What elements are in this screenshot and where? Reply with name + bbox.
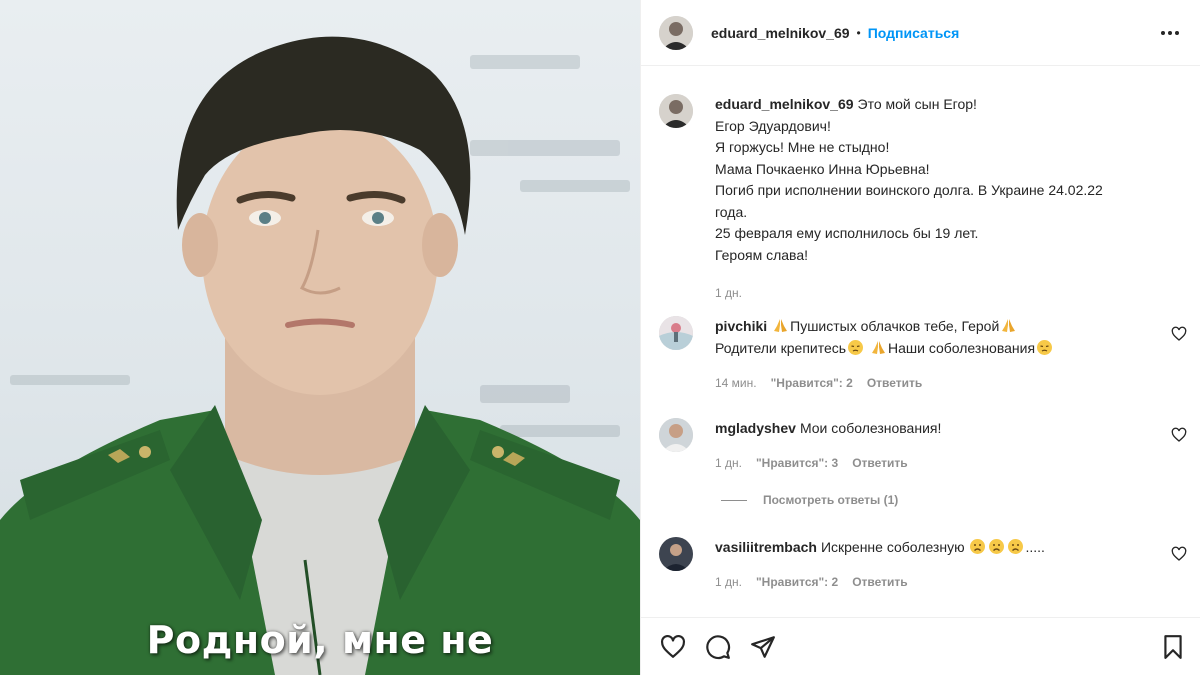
- comment-timestamp[interactable]: 1 дн.: [715, 575, 742, 589]
- post-side-panel: eduard_melnikov_69 • Подписаться eduard_…: [640, 0, 1200, 675]
- follow-button[interactable]: Подписаться: [868, 25, 960, 41]
- commenter-avatar[interactable]: [659, 418, 693, 452]
- commenter-username[interactable]: pivchiki: [715, 318, 767, 334]
- comment-like-heart-icon[interactable]: [1171, 326, 1187, 342]
- portrait-image: [0, 36, 640, 675]
- caption-line: Погиб при исполнении воинского долга. В …: [715, 182, 1103, 198]
- commenter-avatar[interactable]: [659, 316, 693, 350]
- praying-hands-icon: [870, 339, 887, 356]
- praying-hands-icon: [1000, 317, 1017, 334]
- comment-text-tail: .....: [1025, 539, 1045, 555]
- pensive-face-icon: [847, 339, 864, 356]
- post-caption: eduard_melnikov_69 Это мой сын Егор! Егор…: [659, 94, 1179, 305]
- sad-face-icon: [1007, 538, 1024, 555]
- caption-line: Это мой сын Егор!: [857, 96, 977, 112]
- caption-avatar[interactable]: [659, 94, 693, 128]
- caption-line: Егор Эдуардович!: [715, 117, 831, 134]
- post-header: eduard_melnikov_69 • Подписаться: [641, 0, 1200, 66]
- caption-line: Я горжусь! Мне не стыдно!: [715, 139, 890, 155]
- caption-line: Мама Почкаенко Инна Юрьевна!: [715, 160, 930, 177]
- share-icon[interactable]: [750, 634, 776, 660]
- more-icon[interactable]: [1159, 22, 1181, 44]
- view-replies-label: Посмотреть ответы (1): [763, 493, 899, 507]
- action-bar: [641, 617, 1200, 675]
- header-separator: •: [856, 25, 861, 40]
- comment-item: pivchiki Пушистых облачков тебе, Герой Ро…: [659, 316, 1200, 395]
- replies-divider: [721, 499, 747, 501]
- heart-icon[interactable]: [660, 634, 686, 660]
- comment-text: Пушистых облачков тебе, Герой: [790, 318, 1000, 334]
- comment-text: Наши соболезнования: [887, 339, 1036, 356]
- pensive-face-icon: [1036, 339, 1053, 356]
- comment-likes[interactable]: "Нравится": 3: [756, 456, 838, 470]
- reply-button[interactable]: Ответить: [867, 376, 922, 390]
- post-photo[interactable]: Родной, мне не: [0, 0, 640, 675]
- comment-like-heart-icon[interactable]: [1171, 427, 1187, 443]
- comment-timestamp[interactable]: 14 мин.: [715, 376, 757, 390]
- caption-username[interactable]: eduard_melnikov_69: [715, 96, 854, 112]
- comment-item: vasiliitrembach Искренне соболезную .....…: [659, 537, 1200, 593]
- caption-timestamp[interactable]: 1 дн.: [715, 286, 742, 300]
- caption-line: Героям слава!: [715, 246, 809, 263]
- bookmark-icon[interactable]: [1160, 634, 1186, 660]
- comment-timestamp[interactable]: 1 дн.: [715, 456, 742, 470]
- sad-face-icon: [969, 538, 986, 555]
- view-replies-button[interactable]: Посмотреть ответы (1): [721, 493, 898, 507]
- comment-likes[interactable]: "Нравится": 2: [771, 376, 853, 390]
- comment-text: Родители крепитесь: [715, 339, 847, 356]
- author-avatar[interactable]: [659, 15, 693, 50]
- comment-like-heart-icon[interactable]: [1171, 546, 1187, 562]
- commenter-username[interactable]: vasiliitrembach: [715, 539, 817, 555]
- commenter-username[interactable]: mgladyshev: [715, 420, 796, 436]
- comment-text: Искренне соболезную: [820, 539, 965, 555]
- comment-item: mgladyshev Мои соболезнования! 1 дн. "Нрав…: [659, 418, 1200, 474]
- praying-hands-icon: [772, 317, 789, 334]
- comment-likes[interactable]: "Нравится": 2: [756, 575, 838, 589]
- author-username[interactable]: eduard_melnikov_69: [711, 25, 850, 41]
- commenter-avatar[interactable]: [659, 537, 693, 571]
- reply-button[interactable]: Ответить: [852, 575, 907, 589]
- photo-caption: Родной, мне не: [146, 618, 494, 662]
- caption-line: 25 февраля ему исполнилось бы 19 лет.: [715, 225, 979, 241]
- caption-line: года.: [715, 203, 748, 220]
- reply-button[interactable]: Ответить: [852, 456, 907, 470]
- sad-face-icon: [988, 538, 1005, 555]
- comment-icon[interactable]: [705, 634, 731, 660]
- comment-text: Мои соболезнования!: [799, 420, 942, 436]
